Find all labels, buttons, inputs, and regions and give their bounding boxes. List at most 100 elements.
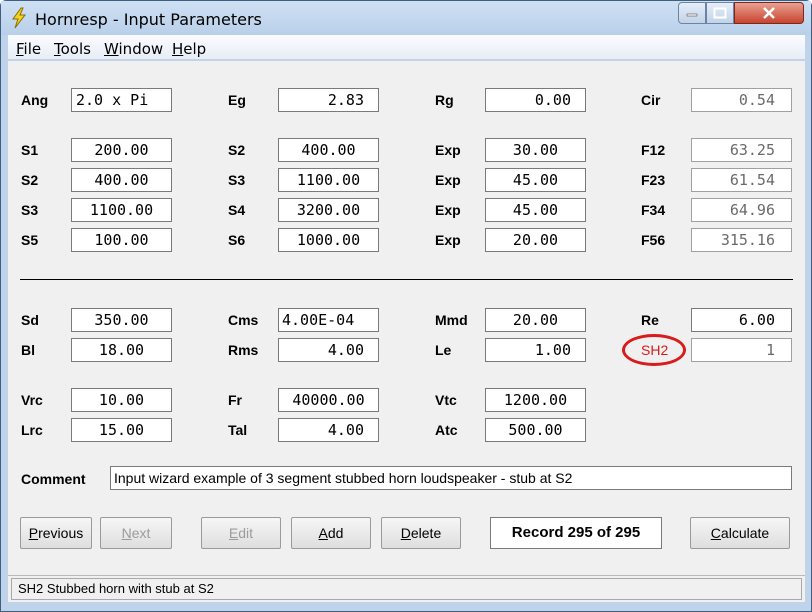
menu-help-rest: elp	[183, 40, 207, 58]
add-rest: dd	[327, 525, 344, 541]
menu-window[interactable]: Window	[104, 40, 163, 58]
edit-button[interactable]: Edit	[201, 517, 281, 549]
exp-field[interactable]: 45.00	[485, 168, 586, 192]
label-ang: Ang	[21, 92, 49, 108]
s6-field[interactable]: 1000.00	[278, 228, 379, 252]
calculate-rest: alculate	[720, 525, 770, 541]
label-lrc: Lrc	[21, 422, 43, 438]
previous-accel: P	[28, 525, 39, 541]
rms-field[interactable]: 4.00	[278, 338, 379, 362]
app-window: Hornresp - Input Parameters File Tools W…	[0, 0, 812, 612]
label-exp: Exp	[435, 202, 461, 218]
sd-field[interactable]: 350.00	[71, 308, 172, 332]
minimize-button[interactable]	[678, 2, 706, 24]
status-text: SH2 Stubbed horn with stub at S2	[11, 578, 802, 600]
label-le: Le	[435, 342, 452, 358]
menu-window-rest: indow	[118, 40, 164, 58]
s2-field[interactable]: 400.00	[278, 138, 379, 162]
mmd-field[interactable]: 20.00	[485, 308, 586, 332]
maximize-icon	[713, 7, 727, 19]
label-s2: S2	[228, 142, 246, 158]
label-re: Re	[641, 312, 659, 328]
atc-field[interactable]: 500.00	[485, 418, 586, 442]
label-cms: Cms	[228, 312, 259, 328]
section-divider	[20, 279, 793, 280]
menu-help[interactable]: Help	[172, 40, 206, 58]
close-button[interactable]	[734, 2, 804, 24]
label-sh2: SH2	[641, 342, 669, 358]
edit-rest: dit	[238, 525, 254, 541]
label-s6: S6	[228, 232, 246, 248]
maximize-button[interactable]	[706, 2, 734, 24]
calculate-accel: C	[710, 525, 721, 541]
label-f23: F23	[641, 172, 666, 188]
window-title: Hornresp - Input Parameters	[35, 10, 262, 29]
delete-rest: elete	[410, 525, 442, 541]
label-vrc: Vrc	[21, 392, 43, 408]
title-bar[interactable]: Hornresp - Input Parameters	[1, 1, 811, 35]
add-accel: A	[318, 525, 328, 541]
add-button[interactable]: Add	[291, 517, 371, 549]
menu-tools[interactable]: Tools	[54, 40, 91, 58]
bl-field[interactable]: 18.00	[71, 338, 172, 362]
close-icon	[763, 7, 775, 19]
comment-field[interactable]: Input wizard example of 3 segment stubbe…	[110, 466, 792, 490]
s5-field[interactable]: 100.00	[71, 228, 172, 252]
lrc-field[interactable]: 15.00	[71, 418, 172, 442]
rg-field[interactable]: 0.00	[485, 88, 586, 112]
menu-window-accel: W	[104, 40, 119, 58]
label-mmd: Mmd	[435, 312, 468, 328]
delete-button[interactable]: Delete	[381, 517, 461, 549]
s3-field[interactable]: 1100.00	[278, 168, 379, 192]
label-exp: Exp	[435, 232, 461, 248]
label-s2: S2	[21, 172, 39, 188]
exp-field[interactable]: 20.00	[485, 228, 586, 252]
label-eg: Eg	[228, 92, 246, 108]
menu-tools-accel: T	[54, 40, 61, 58]
re-field[interactable]: 6.00	[691, 308, 792, 332]
label-tal: Tal	[228, 422, 248, 438]
s4-field[interactable]: 3200.00	[278, 198, 379, 222]
label-f56: F56	[641, 232, 666, 248]
f23-field: 61.54	[691, 168, 792, 192]
fr-field[interactable]: 40000.00	[278, 388, 379, 412]
vtc-field[interactable]: 1200.00	[485, 388, 586, 412]
label-cir: Cir	[641, 92, 661, 108]
previous-button[interactable]: Previous	[20, 517, 92, 549]
status-bar: SH2 Stubbed horn with stub at S2	[8, 575, 805, 602]
calculate-button[interactable]: Calculate	[690, 517, 790, 549]
label-bl: Bl	[21, 342, 35, 358]
menu-file[interactable]: File	[16, 40, 41, 58]
input-parameters-panel: Ang 2.0 x Pi Eg 2.83 Rg 0.00 Cir 0.54 S1…	[8, 61, 805, 575]
label-s3: S3	[228, 172, 246, 188]
label-rms: Rms	[228, 342, 259, 358]
next-rest: ext	[131, 525, 151, 541]
previous-rest: revious	[38, 525, 84, 541]
cir-field: 0.54	[691, 88, 792, 112]
eg-field[interactable]: 2.83	[278, 88, 379, 112]
menu-file-rest: ile	[23, 40, 42, 58]
menu-file-accel: F	[16, 40, 24, 58]
label-s3: S3	[21, 202, 39, 218]
label-fr: Fr	[228, 392, 242, 408]
vrc-field[interactable]: 10.00	[71, 388, 172, 412]
label-atc: Atc	[435, 422, 458, 438]
label-f34: F34	[641, 202, 666, 218]
next-button[interactable]: Next	[100, 517, 172, 549]
s1-field[interactable]: 200.00	[71, 138, 172, 162]
label-vtc: Vtc	[435, 392, 457, 408]
s2-field[interactable]: 400.00	[71, 168, 172, 192]
label-exp: Exp	[435, 172, 461, 188]
minimize-icon	[686, 13, 698, 17]
label-comment: Comment	[21, 471, 86, 487]
ang-field[interactable]: 2.0 x Pi	[71, 88, 172, 112]
le-field[interactable]: 1.00	[485, 338, 586, 362]
s3-field[interactable]: 1100.00	[71, 198, 172, 222]
label-exp: Exp	[435, 142, 461, 158]
tal-field[interactable]: 4.00	[278, 418, 379, 442]
next-accel: N	[121, 525, 132, 541]
cms-field[interactable]: 4.00E-04	[278, 308, 379, 332]
exp-field[interactable]: 45.00	[485, 198, 586, 222]
exp-field[interactable]: 30.00	[485, 138, 586, 162]
menu-tools-rest: ools	[60, 40, 91, 58]
